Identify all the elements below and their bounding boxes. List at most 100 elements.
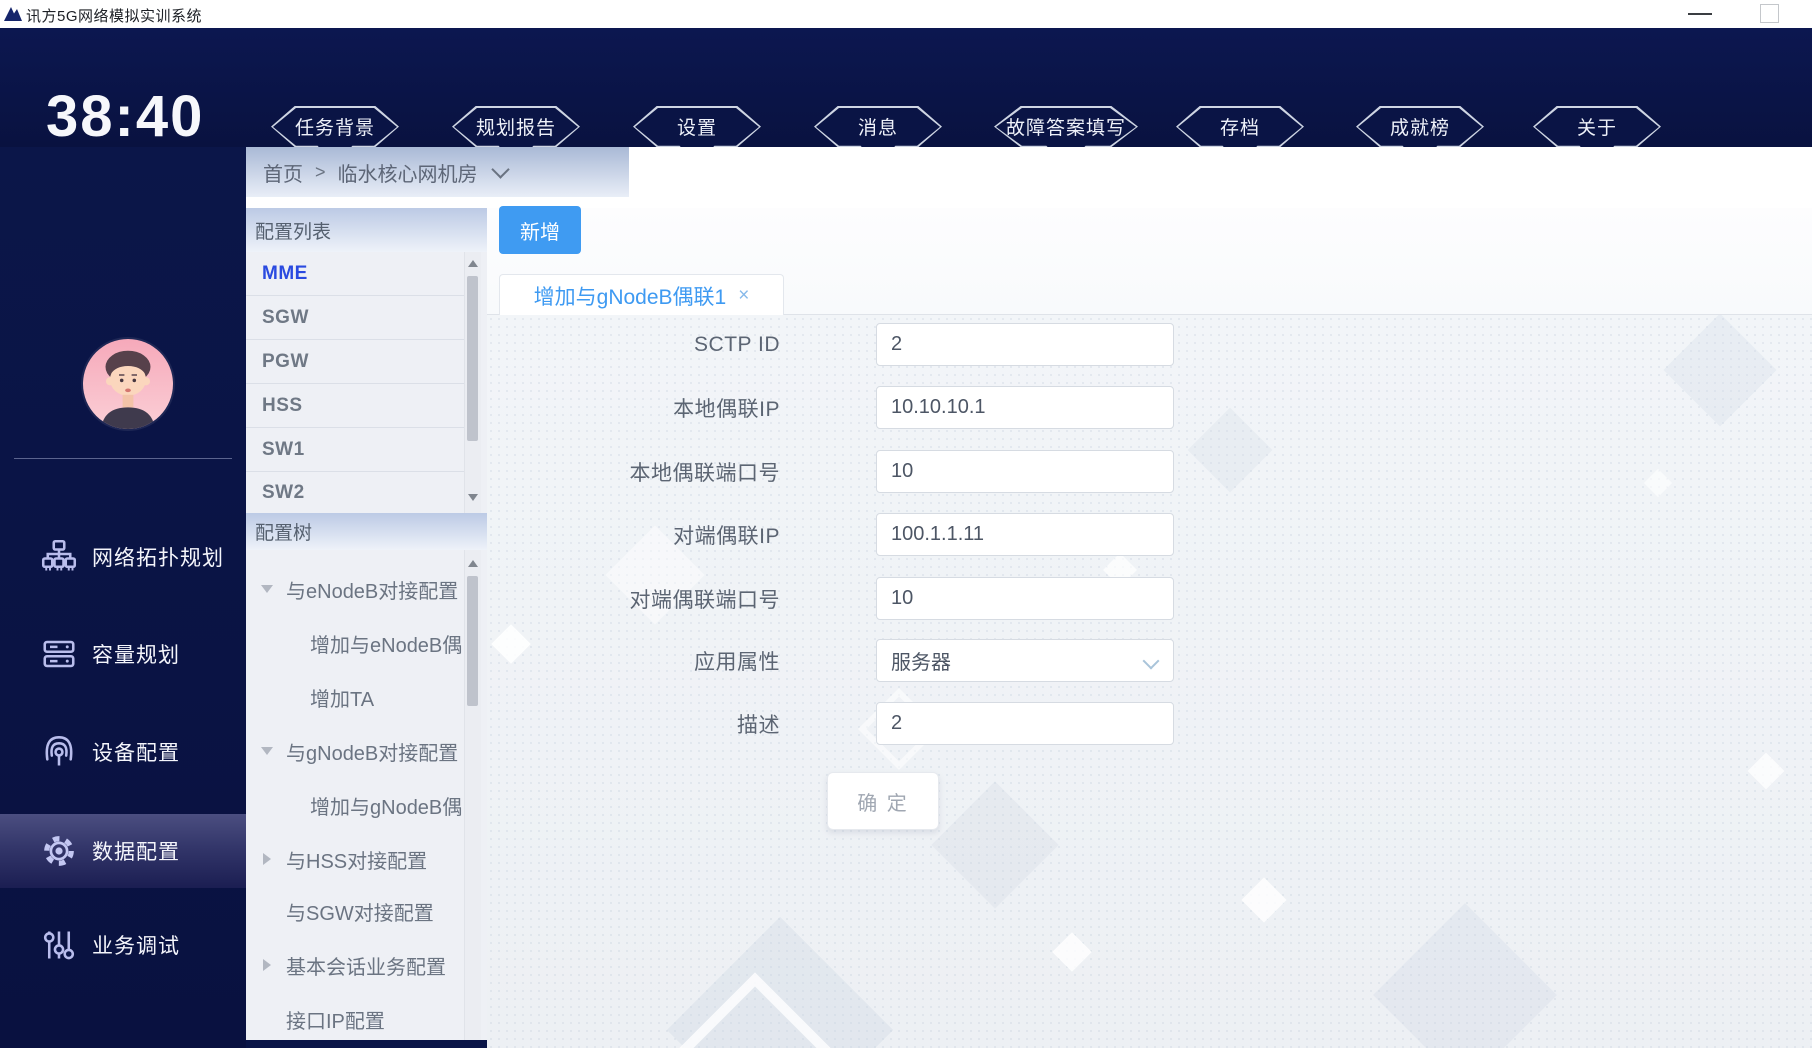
field-label: 对端偶联端口号 xyxy=(629,588,780,612)
config-list-title: 配置列表 xyxy=(255,221,332,243)
tab-close-icon[interactable]: × xyxy=(738,285,749,307)
config-tree-header: 配置树 xyxy=(246,513,487,550)
field-label: SCTP ID xyxy=(694,332,780,356)
config-list-header: 配置列表 xyxy=(246,208,487,252)
sidebar-item-network-topology[interactable]: 网络拓扑规划 xyxy=(0,520,246,594)
tree-item-add-gnodeb-assoc[interactable]: 增加与gNodeB偶 xyxy=(246,785,464,825)
sidebar-item-device-config[interactable]: 设备配置 xyxy=(0,715,246,789)
config-list-item-mme[interactable]: MME xyxy=(246,252,464,296)
peer-assoc-port-input[interactable] xyxy=(876,577,1174,620)
breadcrumb-home[interactable]: 首页 xyxy=(263,158,303,187)
config-tree-title: 配置树 xyxy=(255,523,313,544)
breadcrumb-separator: > xyxy=(315,161,326,182)
triangle-collapsed-icon[interactable] xyxy=(263,959,271,971)
maximize-icon[interactable] xyxy=(1760,4,1779,23)
nav-label: 任务背景 xyxy=(294,118,375,139)
nav-label: 关于 xyxy=(1576,118,1617,139)
device-config-icon xyxy=(45,736,73,766)
config-list-scrollbar[interactable] xyxy=(464,252,481,513)
confirm-button[interactable]: 确 定 xyxy=(827,772,939,830)
breadcrumb-current[interactable]: 临水核心网机房 xyxy=(338,158,478,187)
scroll-down-icon[interactable] xyxy=(468,494,478,501)
triangle-expanded-icon[interactable] xyxy=(261,585,273,593)
diamond-decoration xyxy=(1187,407,1273,493)
service-debug-icon xyxy=(43,931,75,960)
form-row-sctp-id: SCTP ID xyxy=(487,323,1174,366)
form-row-local-assoc-port: 本地偶联端口号 xyxy=(487,450,1174,493)
countdown-timer: 38:40 xyxy=(46,84,205,149)
config-list-item-sw1[interactable]: SW1 xyxy=(246,428,464,472)
diamond-decoration xyxy=(931,781,1059,909)
add-new-button[interactable]: 新增 xyxy=(499,206,581,254)
triangle-collapsed-icon[interactable] xyxy=(263,853,271,865)
nav-label: 故障答案填写 xyxy=(1005,118,1126,139)
header-spacer xyxy=(629,147,1812,208)
form-row-description: 描述 xyxy=(487,702,1174,745)
local-assoc-port-input[interactable] xyxy=(876,450,1174,493)
form-row-application-attribute: 应用属性 服务器 xyxy=(487,639,1174,682)
scrollbar-thumb[interactable] xyxy=(467,276,478,441)
tree-item-interface-ip-config[interactable]: 接口IP配置 xyxy=(246,999,464,1039)
diamond-decoration xyxy=(1241,877,1287,923)
avatar[interactable] xyxy=(83,339,173,429)
app-window: 讯方5G网络模拟实训系统 38:40 任务背景 规划报告 设置 消息 故障答案填… xyxy=(0,0,1812,1048)
field-label: 对端偶联IP xyxy=(673,524,780,548)
sctp-id-input[interactable] xyxy=(876,323,1174,366)
nav-label: 消息 xyxy=(857,118,898,139)
config-list-item-sw2[interactable]: SW2 xyxy=(246,472,464,513)
tree-item-sgw-config[interactable]: 与SGW对接配置 xyxy=(246,891,464,931)
tree-item-add-ta[interactable]: 增加TA xyxy=(246,677,464,717)
description-input[interactable] xyxy=(876,702,1174,745)
config-list-item-pgw[interactable]: PGW xyxy=(246,340,464,384)
tree-item-hss-config[interactable]: 与HSS对接配置 xyxy=(246,839,464,879)
scroll-up-icon[interactable] xyxy=(468,560,478,567)
config-panel: 配置列表 MME SGW PGW HSS SW1 SW2 配置树 与eNodeB… xyxy=(246,208,487,1048)
nav-label: 存档 xyxy=(1219,118,1260,139)
form-row-local-assoc-ip: 本地偶联IP xyxy=(487,386,1174,429)
nav-label: 设置 xyxy=(676,118,717,139)
form-row-peer-assoc-port: 对端偶联端口号 xyxy=(487,577,1174,620)
sidebar-divider xyxy=(14,458,232,459)
window-titlebar: 讯方5G网络模拟实训系统 xyxy=(0,0,1812,28)
nav-label: 规划报告 xyxy=(475,118,556,139)
triangle-expanded-icon[interactable] xyxy=(261,747,273,755)
diamond-decoration xyxy=(1663,315,1777,427)
capacity-icon xyxy=(43,640,75,668)
diamond-decoration xyxy=(1373,903,1557,1048)
scrollbar-thumb[interactable] xyxy=(467,576,478,706)
field-label: 描述 xyxy=(737,713,780,737)
sidebar-item-label: 设备配置 xyxy=(92,742,180,765)
tab-add-gnodeb-association[interactable]: 增加与gNodeB偶联1 × xyxy=(499,274,784,317)
sidebar-item-service-debug[interactable]: 业务调试 xyxy=(0,908,246,982)
field-label: 本地偶联端口号 xyxy=(629,461,780,485)
select-value: 服务器 xyxy=(891,652,951,674)
diamond-decoration xyxy=(1643,468,1673,498)
tab-title: 增加与gNodeB偶联1 xyxy=(533,286,727,309)
minimize-icon[interactable] xyxy=(1688,13,1712,15)
config-list-item-hss[interactable]: HSS xyxy=(246,384,464,428)
content-topbar: 新增 增加与gNodeB偶联1 × xyxy=(487,206,1812,317)
config-tree-scrollbar[interactable] xyxy=(464,550,481,1040)
tree-item-gnodeb-config[interactable]: 与gNodeB对接配置 xyxy=(246,731,464,771)
local-assoc-ip-input[interactable] xyxy=(876,386,1174,429)
form-area: SCTP ID 本地偶联IP 本地偶联端口号 对端偶联IP 对端偶联端口号 应用… xyxy=(487,315,1812,1048)
panel-bottom-strip xyxy=(246,1040,487,1048)
topology-icon xyxy=(41,539,77,571)
window-title: 讯方5G网络模拟实训系统 xyxy=(26,8,203,25)
sidebar-item-capacity-planning[interactable]: 容量规划 xyxy=(0,617,246,691)
tree-item-enodeb-config[interactable]: 与eNodeB对接配置 xyxy=(246,569,464,609)
peer-assoc-ip-input[interactable] xyxy=(876,513,1174,556)
sidebar-item-label: 业务调试 xyxy=(92,935,180,958)
field-label: 本地偶联IP xyxy=(673,397,780,421)
config-list-item-sgw[interactable]: SGW xyxy=(246,296,464,340)
application-attribute-select[interactable]: 服务器 xyxy=(876,639,1174,682)
tree-item-add-enodeb-assoc[interactable]: 增加与eNodeB偶 xyxy=(246,623,464,663)
breadcrumb: 首页 > 临水核心网机房 xyxy=(246,147,629,197)
chevron-down-icon[interactable] xyxy=(490,159,510,179)
sidebar: 网络拓扑规划 容量规划 设备配置 数据配置 业务调试 xyxy=(0,147,246,1048)
form-row-peer-assoc-ip: 对端偶联IP xyxy=(487,513,1174,556)
tree-item-basic-session-config[interactable]: 基本会话业务配置 xyxy=(246,945,464,985)
sidebar-item-data-config[interactable]: 数据配置 xyxy=(0,814,246,888)
scroll-up-icon[interactable] xyxy=(468,260,478,267)
diamond-decoration xyxy=(1747,752,1785,790)
